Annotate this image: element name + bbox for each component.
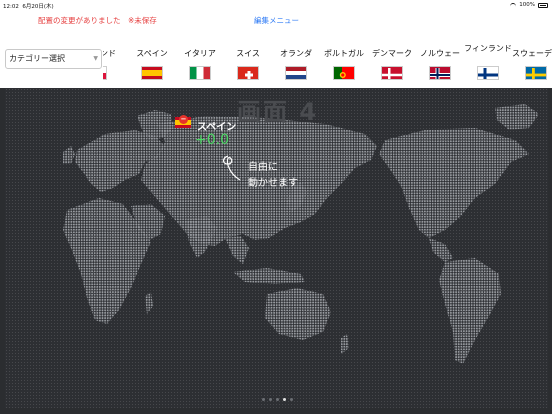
drag-hint: 自由に 動かせます [248,160,298,192]
flag-item-spain[interactable]: スペイン [128,32,176,88]
flag-label: スペイン [136,49,168,58]
flag-denmark-icon [381,66,403,80]
flag-label: フィンランド [464,44,512,53]
flag-item-sweden[interactable]: スウェーデン [512,32,552,88]
flag-item-portugal[interactable]: ポルトガル [320,32,368,88]
flag-strip[interactable]: ポーランド スペイン イタリア スイス オランダ ポルトガル [103,32,552,88]
chevron-down-icon: ▼ [93,55,98,62]
status-time-date: 12:02 6月20日(木) [3,2,54,10]
flag-label: スイス [236,49,260,58]
flag-item-norway[interactable]: ノルウェー [416,32,464,88]
flag-sweden-icon [525,66,547,80]
flag-label: オランダ [280,49,312,58]
flag-item-denmark[interactable]: デンマーク [368,32,416,88]
flag-label: イタリア [184,49,216,58]
remove-badge[interactable]: − [179,115,188,124]
flag-label: ノルウェー [420,49,460,58]
widget-country-name: スペイン [197,122,237,133]
flag-finland-icon [477,66,499,80]
flag-item-switzerland[interactable]: スイス [224,32,272,88]
flag-poland-icon [103,66,107,80]
world-map-icon [63,104,539,364]
unsaved-message: 配置の変更がありました ※未保存 [38,16,157,25]
flag-spain-icon [141,66,163,80]
widget-value: +0.0 [195,132,229,148]
screen-label: 画面 4 [237,98,319,126]
battery-icon [538,2,548,8]
page-dot[interactable] [290,398,293,401]
hint-line2: 動かせます [248,178,298,189]
flag-item-italy[interactable]: イタリア [176,32,224,88]
flag-label: ポルトガル [324,49,364,58]
wifi-icon [510,2,517,8]
battery-percent: 100% [519,2,535,8]
hint-line1: 自由に [248,162,278,173]
page-indicator[interactable] [262,398,293,401]
toolbar: カテゴリー選択 ▼ ポーランド スペイン イタリア スイス オランダ [0,32,552,88]
flag-item-finland[interactable]: フィンランド [464,32,512,88]
curved-arrow-icon [222,155,241,181]
flag-label: デンマーク [372,49,412,58]
category-select-label: カテゴリー選択 [9,54,65,63]
page-dot[interactable] [262,398,265,401]
page-dot-active[interactable] [283,398,286,401]
flag-netherlands-icon [285,66,307,80]
world-map-canvas[interactable]: 画面 4 [5,88,548,408]
page-dot[interactable] [276,398,279,401]
flag-label: スウェーデン [512,49,552,58]
flag-label: ポーランド [103,49,116,58]
flag-item-poland[interactable]: ポーランド [103,32,120,88]
edit-menu-button[interactable]: 編集メニュー [254,15,299,26]
flag-item-netherlands[interactable]: オランダ [272,32,320,88]
flag-switzerland-icon [237,66,259,80]
flag-portugal-icon [333,66,355,80]
home-indicator [0,408,552,414]
page-dot[interactable] [269,398,272,401]
category-select[interactable]: カテゴリー選択 ▼ [5,49,102,69]
nav-bar: 配置の変更がありました ※未保存 編集メニュー [0,10,552,32]
status-bar: 12:02 6月20日(木) 100% [0,0,552,10]
flag-italy-icon [189,66,211,80]
flag-norway-icon [429,66,451,80]
status-right: 100% [510,2,548,8]
